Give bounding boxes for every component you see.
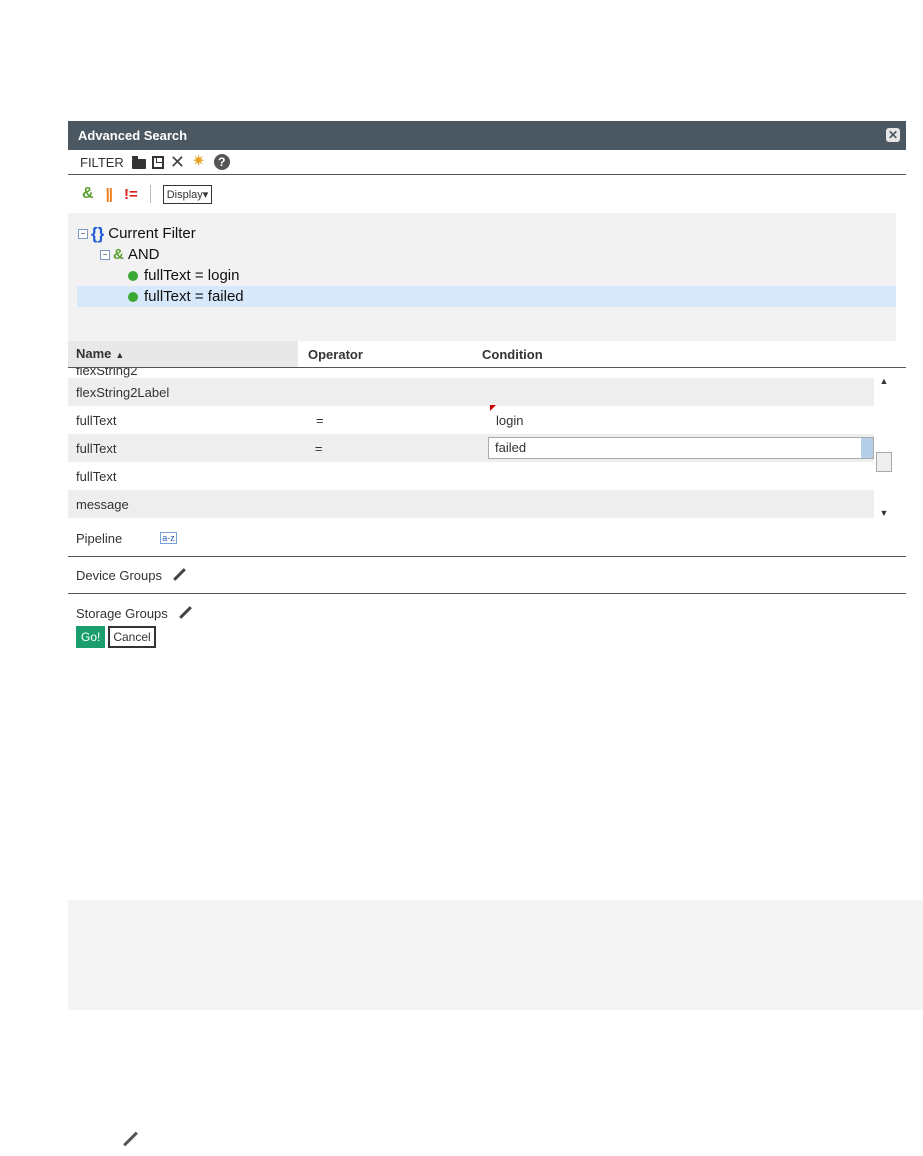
condition-dot-icon xyxy=(128,291,138,302)
edit-pencil-icon[interactable] xyxy=(178,606,192,620)
scroll-down-icon[interactable]: ▼ xyxy=(876,508,892,520)
device-groups-section: Device Groups xyxy=(68,557,906,594)
tree-group-label: AND xyxy=(127,246,160,263)
storage-groups-section: Storage Groups xyxy=(68,594,906,626)
cell-condition: login xyxy=(490,404,874,428)
delete-icon[interactable]: ✕ xyxy=(170,153,186,171)
cell-name: message xyxy=(76,496,129,512)
table-row[interactable]: flexString2Label xyxy=(68,378,874,406)
and-operator-button[interactable]: & xyxy=(82,185,94,203)
or-operator-button[interactable]: || xyxy=(106,186,113,203)
display-dropdown[interactable]: Display▾ xyxy=(162,184,213,204)
cell-name: fullText xyxy=(76,468,117,484)
tree-condition-selected[interactable]: fullText = failed xyxy=(77,286,896,307)
not-operator-button[interactable]: != xyxy=(124,186,138,203)
edit-pencil-icon[interactable] xyxy=(172,568,186,582)
scroll-thumb[interactable] xyxy=(876,452,892,472)
grid-header: Name ▲ Operator Condition xyxy=(68,341,906,368)
clear-icon[interactable]: ✷ xyxy=(192,154,208,170)
cell-name: fullText xyxy=(76,440,117,456)
collapse-icon[interactable]: − xyxy=(100,249,110,260)
pipeline-section: Pipeline a-z xyxy=(68,520,906,557)
filter-tree: − {} Current Filter − & AND fullText = l… xyxy=(68,213,896,341)
toolbar-separator xyxy=(149,185,151,203)
dirty-marker xyxy=(490,404,496,411)
cell-name: flexString2Label xyxy=(76,384,170,400)
tree-condition-label: fullText = failed xyxy=(144,288,244,305)
condition-input[interactable]: failed xyxy=(488,437,874,459)
column-header-operator[interactable]: Operator xyxy=(298,347,482,362)
tree-root[interactable]: − {} Current Filter xyxy=(78,223,896,244)
field-grid: Name ▲ Operator Condition flexString2 fle… xyxy=(68,341,906,520)
close-icon[interactable]: ✕ xyxy=(886,128,900,142)
collapse-icon[interactable]: − xyxy=(78,228,88,239)
scroll-up-icon[interactable]: ▲ xyxy=(876,376,892,390)
cell-condition: failed xyxy=(488,437,874,459)
dialog-titlebar: Advanced Search ✕ xyxy=(68,121,906,150)
and-icon: & xyxy=(113,246,124,263)
column-header-condition[interactable]: Condition xyxy=(482,347,543,362)
dialog-title: Advanced Search xyxy=(78,128,188,143)
help-icon[interactable]: ? xyxy=(213,154,230,170)
cell-name: fullText xyxy=(76,412,117,428)
blank-panel xyxy=(68,900,923,1010)
tree-condition[interactable]: fullText = login xyxy=(78,265,896,286)
cell-operator: = xyxy=(316,412,324,428)
edit-pencil-icon[interactable] xyxy=(122,1130,140,1148)
condition-dot-icon xyxy=(128,270,138,281)
input-selection xyxy=(861,438,873,458)
device-groups-label: Device Groups xyxy=(76,567,162,583)
sort-az-icon[interactable]: a-z xyxy=(160,532,177,544)
table-row[interactable]: fullText = login xyxy=(68,404,874,434)
grid-body: flexString2 flexString2Label fullText = … xyxy=(68,368,906,520)
grid-scrollbar[interactable]: ▲ ▼ xyxy=(876,376,892,520)
go-button[interactable]: Go! xyxy=(76,626,106,648)
operator-toolbar: & || != Display▾ xyxy=(68,175,906,213)
save-icon[interactable] xyxy=(151,155,164,169)
filter-label: FILTER xyxy=(80,154,124,170)
cancel-button[interactable]: Cancel xyxy=(108,626,156,648)
braces-icon: {} xyxy=(91,223,105,243)
pipeline-label: Pipeline xyxy=(76,530,123,546)
table-row-partial: flexString2 xyxy=(76,368,138,378)
folder-icon[interactable] xyxy=(131,156,146,169)
filter-toolbar: FILTER ✕ ✷ ? xyxy=(68,150,906,175)
table-row[interactable]: fullText = failed xyxy=(68,434,874,462)
tree-condition-label: fullText = login xyxy=(144,267,240,284)
tree-group[interactable]: − & AND xyxy=(78,244,896,265)
tree-root-label: Current Filter xyxy=(108,225,196,242)
storage-groups-label: Storage Groups xyxy=(76,605,168,621)
table-row[interactable]: fullText xyxy=(68,462,874,490)
action-buttons: Go! Cancel xyxy=(68,626,906,648)
advanced-search-dialog: Advanced Search ✕ FILTER ✕ ✷ ? & || != D… xyxy=(68,121,906,648)
cell-operator: = xyxy=(314,440,323,456)
table-row[interactable]: message xyxy=(68,490,874,518)
sort-ascending-icon: ▲ xyxy=(115,350,125,360)
column-header-name[interactable]: Name ▲ xyxy=(68,341,298,367)
